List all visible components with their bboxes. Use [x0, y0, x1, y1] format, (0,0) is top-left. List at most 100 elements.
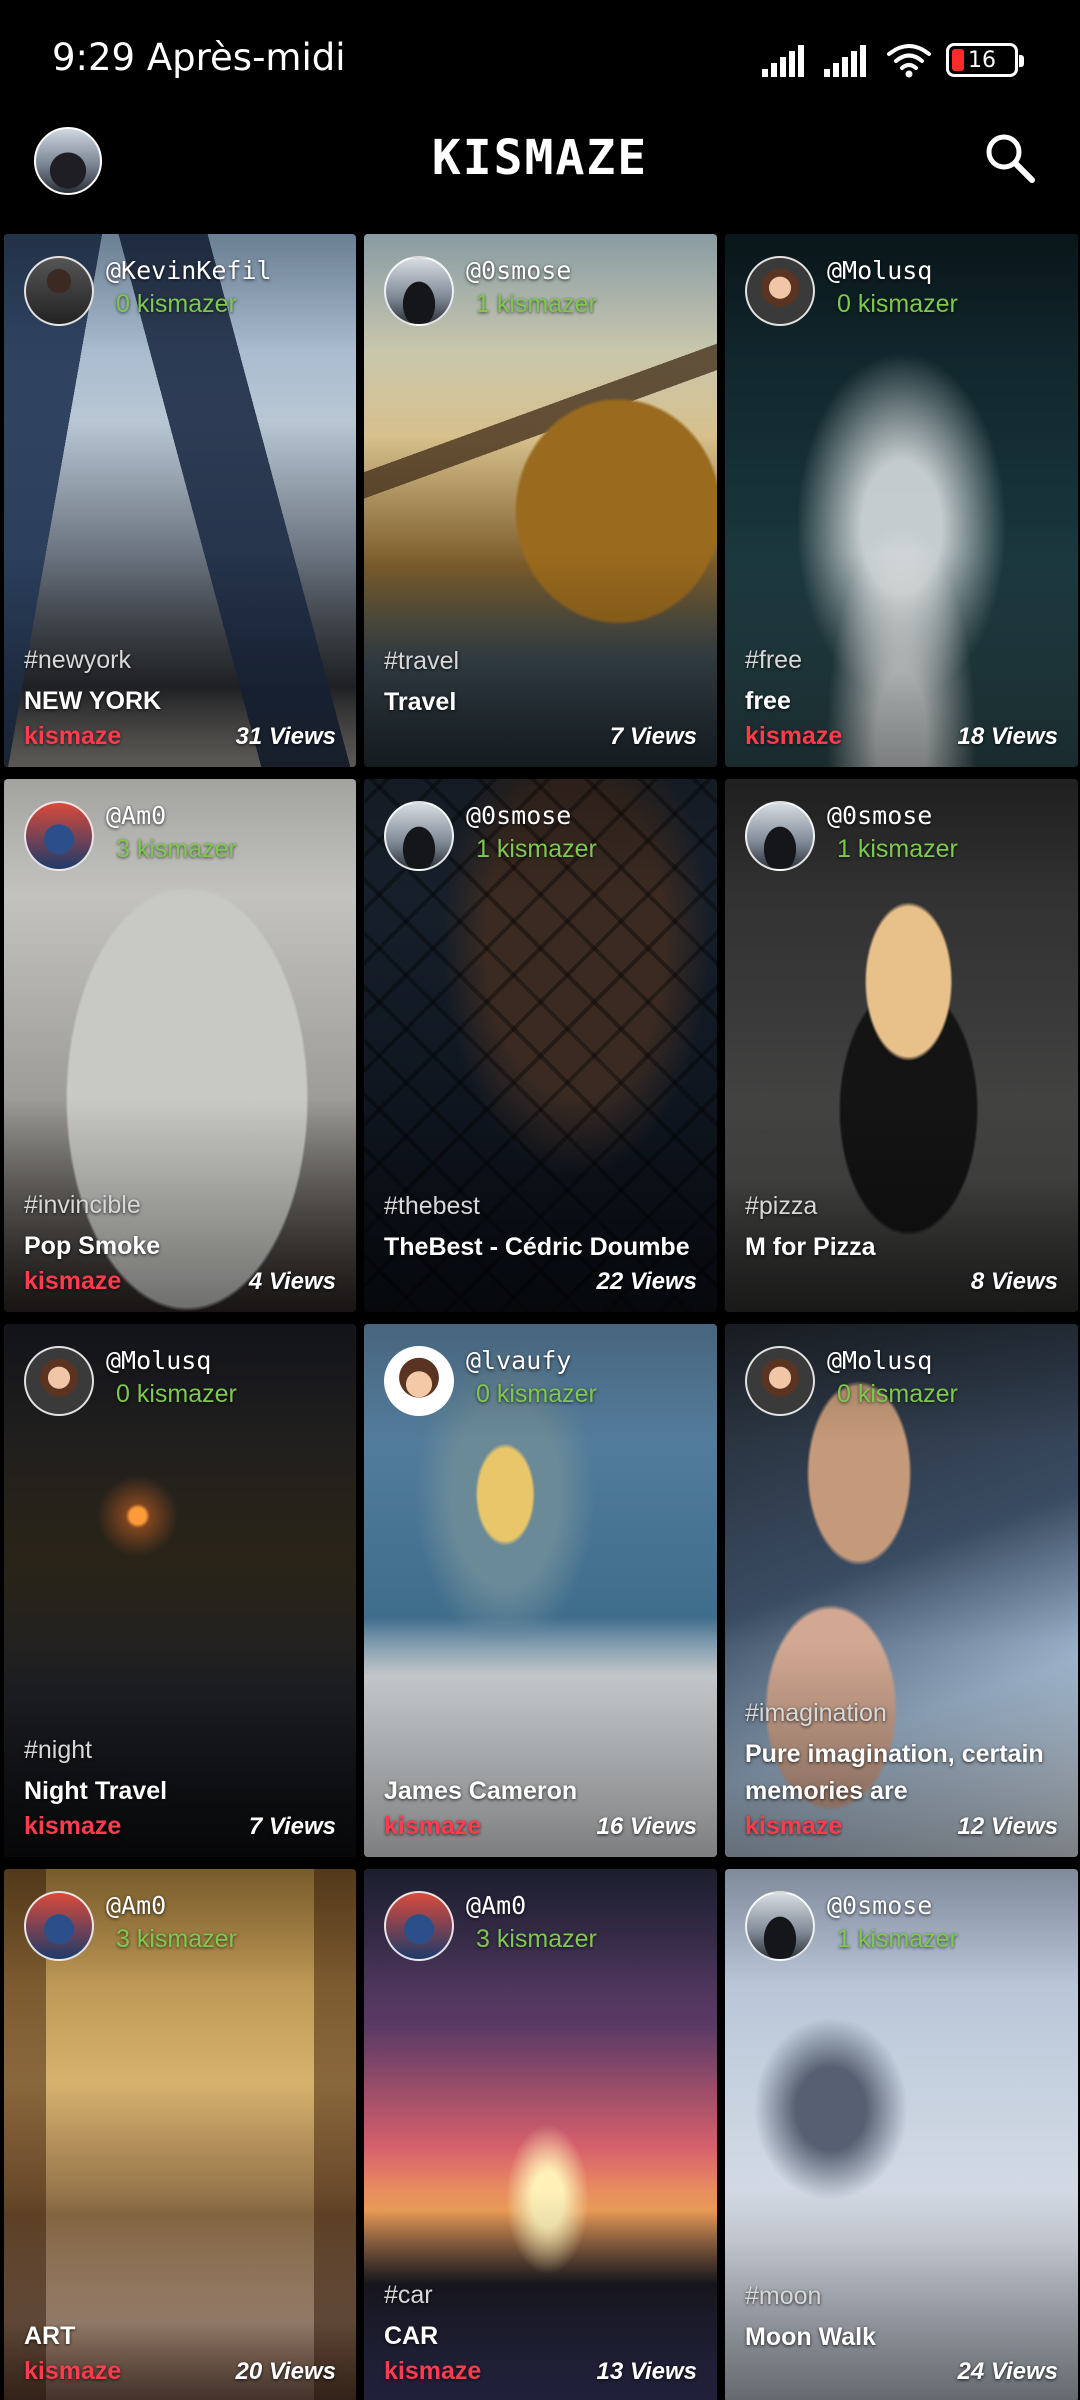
card-views: 4 Views — [248, 1268, 336, 1295]
card-caption: CAR — [384, 2322, 439, 2350]
video-card[interactable]: @Am0 3 kismazer ART kismaze 20 Views — [4, 1869, 356, 2400]
card-hashtag: #invincible — [24, 1191, 141, 1219]
card-footer: kismaze 18 Views — [745, 722, 1058, 751]
card-username[interactable]: @0smose — [827, 1891, 932, 1920]
kismaze-button[interactable]: kismaze — [24, 2357, 121, 2386]
card-username[interactable]: @KevinKefil — [106, 256, 272, 285]
battery-level — [952, 49, 964, 71]
user-avatar[interactable] — [24, 1346, 94, 1416]
battery-cap — [1019, 55, 1024, 67]
card-kismazer-count: 1 kismazer — [837, 1925, 958, 1953]
card-views: 12 Views — [957, 1813, 1058, 1840]
user-avatar[interactable] — [745, 1346, 815, 1416]
card-kismazer-count: 0 kismazer — [476, 1380, 597, 1408]
card-info: #car CAR kismaze 13 Views — [384, 2281, 697, 2386]
card-caption: ART — [24, 2322, 76, 2350]
kismaze-button[interactable]: kismaze — [745, 722, 842, 751]
status-time: 9:29 Après-midi — [52, 36, 346, 79]
video-card[interactable]: @KevinKefil 0 kismazer #newyork NEW YORK… — [4, 234, 356, 767]
card-footer: kismaze 31 Views — [24, 722, 336, 751]
user-avatar[interactable] — [24, 801, 94, 871]
kismaze-button[interactable]: kismaze — [24, 1267, 121, 1296]
card-caption: Moon Walk — [745, 2323, 877, 2351]
video-card[interactable]: @lvaufy 0 kismazer James Cameron kismaze… — [364, 1324, 717, 1857]
card-caption: Night Travel — [24, 1777, 168, 1805]
card-caption: free — [745, 687, 791, 715]
card-kismazer-count: 3 kismazer — [116, 1925, 237, 1953]
video-card[interactable]: @Molusq 0 kismazer #free free kismaze 18… — [725, 234, 1078, 767]
card-views: 7 Views — [248, 1813, 336, 1840]
video-card[interactable]: @0smose 1 kismazer #travel Travel 7 View… — [364, 234, 717, 767]
card-info: #invincible Pop Smoke kismaze 4 Views — [24, 1191, 336, 1296]
card-views: 7 Views — [609, 723, 697, 750]
user-avatar[interactable] — [745, 256, 815, 326]
card-views: 20 Views — [235, 2358, 336, 2385]
card-caption: Travel — [384, 688, 457, 716]
card-kismazer-count: 1 kismazer — [476, 290, 597, 318]
card-info: #free free kismaze 18 Views — [745, 646, 1058, 751]
user-avatar[interactable] — [24, 256, 94, 326]
card-hashtag: #car — [384, 2281, 433, 2309]
card-username[interactable]: @Molusq — [827, 1346, 932, 1375]
card-kismazer-count: 0 kismazer — [116, 290, 237, 318]
card-footer: kismaze 4 Views — [24, 1267, 336, 1296]
card-views: 31 Views — [235, 723, 336, 750]
card-username[interactable]: @0smose — [466, 801, 571, 830]
kismaze-button[interactable]: kismaze — [24, 1812, 121, 1841]
user-avatar[interactable] — [745, 1891, 815, 1961]
card-info: #moon Moon Walk 24 Views — [745, 2282, 1058, 2386]
card-footer: kismaze 12 Views — [745, 1812, 1058, 1841]
card-caption: James Cameron — [384, 1777, 578, 1805]
card-username[interactable]: @Am0 — [106, 1891, 166, 1920]
card-caption: Pure imagination, certain memories are — [745, 1740, 1044, 1805]
app-header: KISMAZE — [0, 120, 1080, 230]
card-username[interactable]: @Am0 — [106, 801, 166, 830]
user-avatar[interactable] — [24, 1891, 94, 1961]
card-views: 8 Views — [970, 1268, 1058, 1295]
card-views: 24 Views — [957, 2358, 1058, 2385]
card-caption: M for Pizza — [745, 1233, 876, 1261]
kismaze-button[interactable]: kismaze — [745, 1812, 842, 1841]
user-avatar[interactable] — [384, 1891, 454, 1961]
user-avatar[interactable] — [384, 1346, 454, 1416]
user-avatar[interactable] — [745, 801, 815, 871]
user-avatar[interactable] — [384, 801, 454, 871]
card-info: #pizza M for Pizza 8 Views — [745, 1192, 1058, 1296]
video-card[interactable]: @0smose 1 kismazer #pizza M for Pizza 8 … — [725, 779, 1078, 1312]
card-info: #night Night Travel kismaze 7 Views — [24, 1736, 336, 1841]
user-avatar[interactable] — [384, 256, 454, 326]
card-hashtag: #newyork — [24, 646, 131, 674]
kismaze-button[interactable]: kismaze — [384, 1812, 481, 1841]
card-kismazer-count: 1 kismazer — [476, 835, 597, 863]
card-username[interactable]: @Molusq — [106, 1346, 211, 1375]
card-kismazer-count: 3 kismazer — [476, 1925, 597, 1953]
card-info: #thebest TheBest - Cédric Doumbe 22 View… — [384, 1192, 697, 1296]
card-footer: kismaze 16 Views — [384, 1812, 697, 1841]
video-card[interactable]: @Am0 3 kismazer #car CAR kismaze 13 View… — [364, 1869, 717, 2400]
card-username[interactable]: @lvaufy — [466, 1346, 571, 1375]
card-footer: 22 Views — [384, 1268, 697, 1296]
signal-icon — [824, 45, 866, 77]
card-username[interactable]: @Molusq — [827, 256, 932, 285]
card-footer: 24 Views — [745, 2358, 1058, 2386]
app-title: KISMAZE — [431, 130, 649, 186]
card-hashtag: #moon — [745, 2282, 822, 2310]
card-username[interactable]: @0smose — [466, 256, 571, 285]
video-card[interactable]: @Am0 3 kismazer #invincible Pop Smoke ki… — [4, 779, 356, 1312]
card-hashtag: #pizza — [745, 1192, 818, 1220]
kismaze-button[interactable]: kismaze — [384, 2357, 481, 2386]
video-card[interactable]: @0smose 1 kismazer #moon Moon Walk 24 Vi… — [725, 1869, 1078, 2400]
card-caption: Pop Smoke — [24, 1232, 161, 1260]
card-hashtag: #imagination — [745, 1699, 887, 1727]
card-hashtag: #free — [745, 646, 802, 674]
card-username[interactable]: @0smose — [827, 801, 932, 830]
video-card[interactable]: @Molusq 0 kismazer #night Night Travel k… — [4, 1324, 356, 1857]
video-card[interactable]: @0smose 1 kismazer #thebest TheBest - Cé… — [364, 779, 717, 1312]
card-views: 22 Views — [596, 1268, 697, 1295]
video-card[interactable]: @Molusq 0 kismazer #imagination Pure ima… — [725, 1324, 1078, 1857]
search-icon[interactable] — [980, 128, 1040, 188]
card-info: #imagination Pure imagination, certain m… — [745, 1699, 1058, 1841]
card-username[interactable]: @Am0 — [466, 1891, 526, 1920]
card-caption: TheBest - Cédric Doumbe — [384, 1233, 690, 1261]
kismaze-button[interactable]: kismaze — [24, 722, 121, 751]
